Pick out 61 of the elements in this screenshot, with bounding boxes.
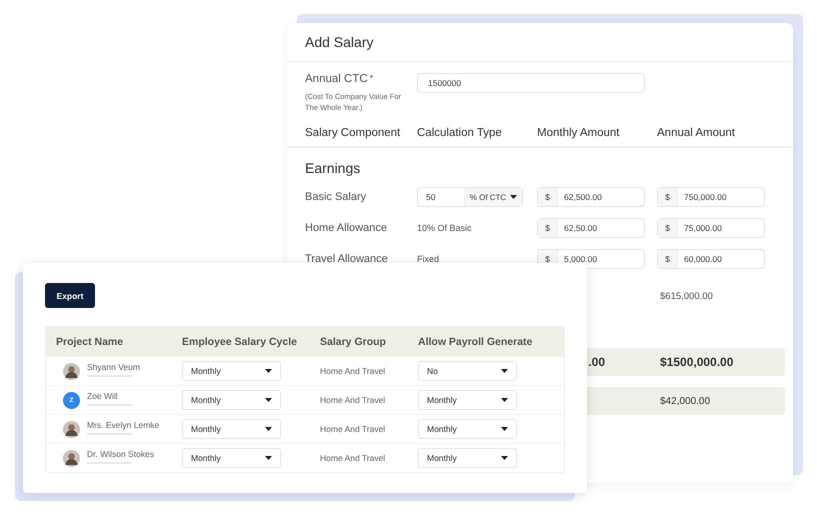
currency-label: $: [658, 219, 678, 237]
column-header: Salary Component: [305, 127, 402, 139]
component-label: Home Allowance: [305, 222, 388, 234]
column-header: Monthly Amount: [537, 127, 620, 139]
payroll-select[interactable]: Monthly: [418, 448, 517, 468]
caret-icon: [501, 456, 508, 460]
currency-label: $: [658, 188, 678, 206]
column-header: Project Name: [56, 336, 124, 348]
total-amount: $1500,000.00: [659, 355, 734, 369]
column-header: Employee Salary Cycle: [182, 336, 298, 348]
component-label: Travel Allowance: [305, 253, 389, 265]
salary-group: Home And Travel: [320, 424, 418, 434]
column-header: Salary Group: [320, 336, 387, 348]
salary-group: Home And Travel: [320, 453, 418, 463]
employee-name: Shyann Veum: [87, 362, 140, 372]
caret-icon: [501, 369, 508, 373]
caret-icon: [265, 427, 272, 431]
component-label: Basic Salary: [305, 191, 368, 203]
caret-icon: [265, 369, 272, 373]
total-amount: $42,000.00: [659, 396, 712, 406]
amount-field[interactable]: $ 62,50.00: [537, 218, 645, 238]
amount-field[interactable]: $ 75,000.00: [657, 218, 765, 238]
avatar-icon: [63, 420, 80, 438]
payroll-select[interactable]: Monthly: [418, 390, 517, 410]
section-title: Earnings: [304, 159, 362, 176]
card-title: Add Salary: [305, 34, 374, 50]
caret-icon: [265, 398, 272, 402]
amount-field[interactable]: $ 750,000.00: [657, 187, 765, 207]
calculation-text: Fixed: [417, 254, 440, 264]
avatar-icon: [63, 362, 80, 380]
amount-field[interactable]: $ 60,000.00: [657, 249, 765, 269]
field-label: Annual CTC *: [305, 73, 374, 85]
currency-label: $: [658, 250, 678, 268]
calculation-field[interactable]: 50 % Of CTC: [417, 187, 523, 207]
currency-label: $: [538, 219, 558, 237]
column-header: Allow Payroll Generate: [418, 336, 534, 348]
employee-name: Mrs. Evelyn Lemke: [87, 420, 160, 430]
ctc-input[interactable]: 1500000: [417, 73, 645, 93]
caret-icon: [510, 195, 518, 199]
calculation-text: 10% Of Basic: [417, 223, 473, 233]
payroll-select[interactable]: No: [418, 361, 517, 381]
caret-icon: [265, 456, 272, 460]
employee-name: Zoe Will: [87, 390, 119, 400]
cycle-select[interactable]: Monthly: [182, 419, 281, 439]
cycle-select[interactable]: Monthly: [182, 390, 281, 410]
salary-group: Home And Travel: [320, 366, 418, 376]
column-header: Annual Amount: [657, 127, 736, 139]
amount-field[interactable]: $ 62,500.00: [537, 187, 645, 207]
employee-name: Dr. Wilson Stokes: [87, 448, 154, 458]
total-amount: .00: [588, 355, 605, 369]
salary-group: Home And Travel: [320, 395, 418, 405]
export-button[interactable]: Export: [45, 283, 95, 308]
cycle-select[interactable]: Monthly: [182, 361, 281, 381]
column-header: Calculation Type: [417, 127, 503, 139]
payroll-select[interactable]: Monthly: [418, 419, 517, 439]
subtotal-amount: $615,000.00: [659, 291, 714, 302]
currency-label: $: [538, 188, 558, 206]
caret-icon: [501, 398, 508, 402]
cycle-select[interactable]: Monthly: [182, 448, 281, 468]
avatar-icon: [63, 450, 80, 466]
caret-icon: [501, 427, 508, 431]
